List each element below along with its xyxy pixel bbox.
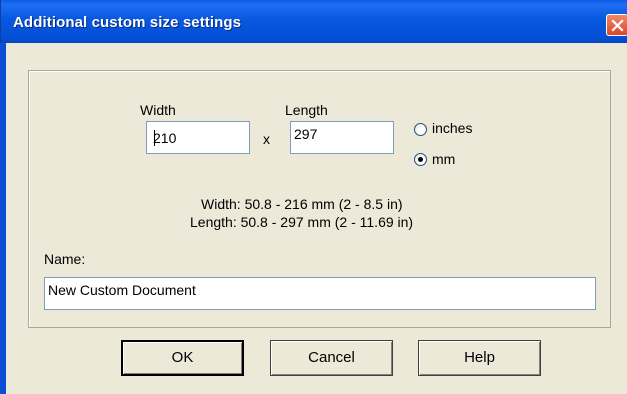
length-range-text: Length: 50.8 - 297 mm (2 - 11.69 in) (190, 214, 414, 230)
name-value: New Custom Document (48, 282, 196, 298)
close-button[interactable] (606, 14, 627, 36)
length-label: Length (285, 102, 328, 118)
name-input[interactable]: New Custom Document (44, 277, 596, 310)
inches-radio-circle[interactable] (414, 123, 427, 136)
radio-selected-dot (418, 157, 423, 162)
cancel-button[interactable]: Cancel (270, 340, 393, 376)
close-icon (611, 19, 624, 32)
width-input[interactable]: 210 (146, 121, 250, 154)
help-button[interactable]: Help (418, 340, 541, 376)
ok-button[interactable]: OK (121, 340, 244, 376)
width-value: 210 (153, 130, 177, 146)
mm-radio-circle[interactable] (414, 153, 427, 166)
inches-radio-label[interactable]: inches (432, 120, 472, 136)
title-bar[interactable]: Additional custom size settings (0, 0, 627, 43)
times-separator: x (263, 131, 270, 147)
text-caret (154, 130, 155, 146)
length-value: 297 (294, 126, 318, 142)
name-label: Name: (44, 251, 86, 267)
width-range-text: Width: 50.8 - 216 mm (2 - 8.5 in) (201, 196, 403, 212)
width-label: Width (140, 102, 176, 118)
window-title: Additional custom size settings (13, 14, 242, 31)
mm-radio-label[interactable]: mm (432, 151, 455, 167)
length-input[interactable]: 297 (290, 121, 394, 154)
